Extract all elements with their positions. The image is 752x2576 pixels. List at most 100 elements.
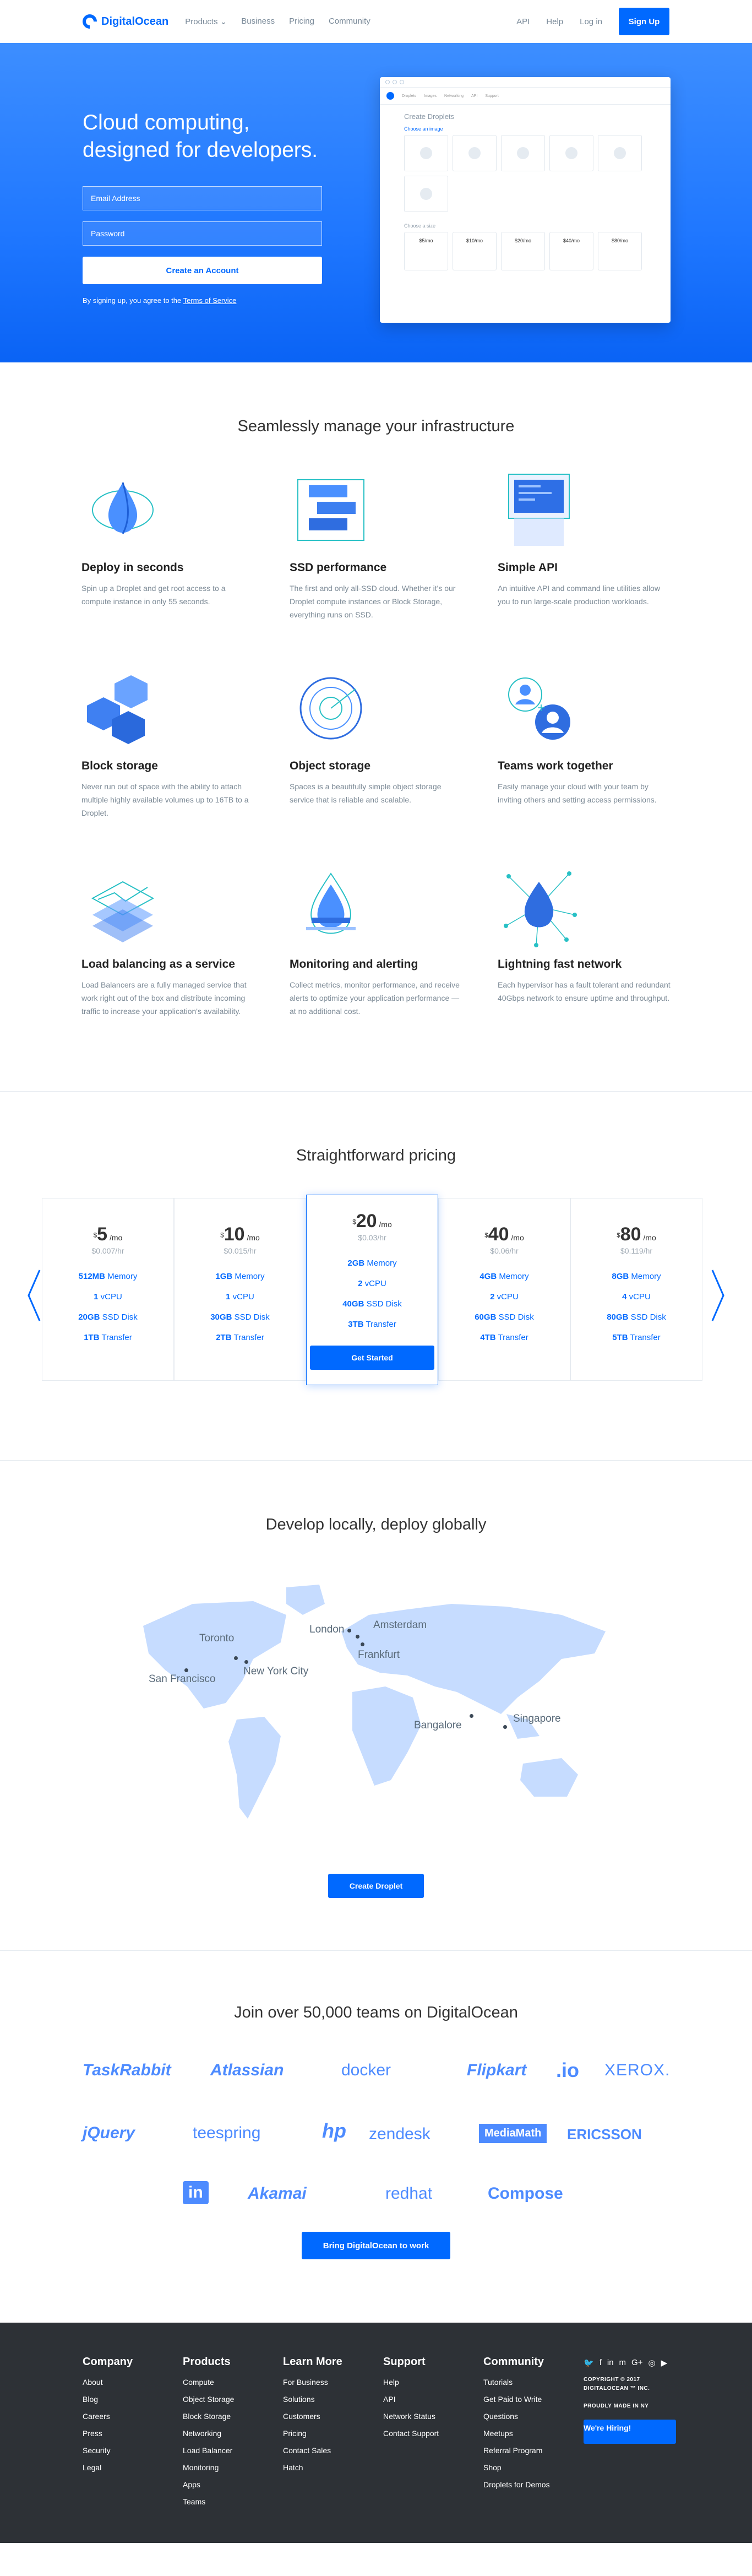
footer-link[interactable]: Security [83,2442,183,2459]
footer-link[interactable]: Block Storage [183,2408,283,2425]
made-in-ny: PROUDLY MADE IN NY [584,2403,649,2409]
preview-nav-item: API [471,94,478,98]
footer-link[interactable]: Shop [483,2459,584,2476]
plan-card[interactable]: $10 /mo $0.015/hr 1GB Memory 1 vCPU 30GB… [174,1198,306,1381]
footer-col-company: Company About Blog Careers Press Securit… [83,2356,183,2543]
footer-link[interactable]: Help [383,2374,483,2391]
email-input[interactable] [83,186,322,210]
footer-link[interactable]: Customers [283,2408,383,2425]
footer-link[interactable]: Contact Support [383,2425,483,2442]
city-singapore: Singapore [513,1713,561,1724]
footer-link[interactable]: Press [83,2425,183,2442]
footer-link[interactable]: Get Paid to Write [483,2391,584,2408]
datacenter-dot [361,1642,364,1646]
hiring-button[interactable]: We're Hiring! [584,2420,676,2444]
nav-community[interactable]: Community [329,17,370,26]
footer-link[interactable]: Droplets for Demos [483,2476,584,2493]
nav-help[interactable]: Help [546,17,563,26]
feature-text: The first and only all-SSD cloud. Whethe… [290,584,456,619]
nav-business[interactable]: Business [241,17,275,26]
terms-link[interactable]: Terms of Service [183,296,237,305]
nav-login[interactable]: Log in [580,17,602,26]
feature-title: SSD performance [290,561,387,574]
feature-block-storage: Block storage Never run out of space wit… [81,667,257,843]
window-dot-icon [385,80,390,84]
create-account-button[interactable]: Create an Account [83,257,322,284]
footer-link[interactable]: About [83,2374,183,2391]
zendesk-logo: zendesk [369,2125,431,2143]
plan-transfer-label: Transfer [498,1333,528,1342]
bring-to-work-button[interactable]: Bring DigitalOcean to work [302,2232,450,2259]
feature-title: Teams work together [498,760,613,772]
footer-link[interactable]: Careers [83,2408,183,2425]
create-droplet-button[interactable]: Create Droplet [328,1874,424,1898]
plan-cpu-label: vCPU [100,1292,122,1301]
plan-transfer: 1TB Transfer [42,1327,173,1348]
footer-link[interactable]: Meetups [483,2425,584,2442]
googleplus-icon[interactable]: G+ [631,2358,642,2368]
plan-cpu-label: vCPU [629,1292,651,1301]
password-input[interactable] [83,221,322,246]
plan-price-amount: 10 [224,1224,245,1245]
nav-pricing[interactable]: Pricing [289,17,314,26]
plan-hourly: $0.007/hr [91,1246,124,1255]
footer-link[interactable]: For Business [283,2374,383,2391]
footer-link[interactable]: Referral Program [483,2442,584,2459]
footer-link[interactable]: API [383,2391,483,2408]
twitter-icon[interactable]: 🐦 [584,2358,594,2368]
footer-link[interactable]: Apps [183,2476,283,2493]
youtube-icon[interactable]: ▶ [661,2358,668,2368]
linkedin-icon[interactable]: in [607,2358,614,2368]
nav-api[interactable]: API [516,17,530,26]
footer-link[interactable]: Questions [483,2408,584,2425]
chevron-left-icon[interactable] [26,1268,42,1323]
footer-link[interactable]: Blog [83,2391,183,2408]
terminal-icon [508,474,570,546]
brand-logo[interactable]: DigitalOcean [79,11,168,32]
plan-card[interactable]: $40 /mo $0.06/hr 4GB Memory 2 vCPU 60GB … [438,1198,570,1381]
plan-memory-label: Memory [235,1272,265,1281]
footer-link[interactable]: Load Balancer [183,2442,283,2459]
datacenter-dot [184,1668,188,1672]
footer-link[interactable]: Pricing [283,2425,383,2442]
preview-size-card: $20/mo [501,232,545,270]
footer-link[interactable]: Hatch [283,2459,383,2476]
plan-card[interactable]: $80 /mo $0.119/hr 8GB Memory 4 vCPU 80GB… [570,1198,702,1381]
footer-link[interactable]: Solutions [283,2391,383,2408]
team-icon: + [508,677,570,740]
footer-link[interactable]: Compute [183,2374,283,2391]
plan-cpu-value: 1 [94,1292,99,1301]
distro-icon [468,147,481,159]
footer-link[interactable]: Contact Sales [283,2442,383,2459]
footer-link[interactable]: Object Storage [183,2391,283,2408]
copyright-year: COPYRIGHT © 2017 [584,2377,640,2383]
window-dot-icon [400,80,404,84]
get-started-button[interactable]: Get Started [310,1346,434,1370]
footer-link[interactable]: Legal [83,2459,183,2476]
preview-image-card [501,135,545,171]
plan-card-featured[interactable]: $20 /mo $0.03/hr 2GB Memory 2 vCPU 40GB … [306,1195,438,1385]
footer-link[interactable]: Tutorials [483,2374,584,2391]
meetup-icon[interactable]: m [619,2358,626,2368]
instagram-icon[interactable]: ◎ [648,2358,655,2368]
feature-api: Simple API An intuitive API and command … [498,469,673,645]
customers-section: Join over 50,000 teams on DigitalOcean T… [0,1951,752,2323]
preview-nav-item: Networking [444,94,464,98]
plan-disk: 40GB SSD Disk [307,1294,438,1314]
plan-price-period: /mo [379,1220,392,1229]
datacenter-dot [244,1660,248,1664]
plan-card[interactable]: $5 /mo $0.007/hr 512MB Memory 1 vCPU 20G… [42,1198,174,1381]
footer-link[interactable]: Networking [183,2425,283,2442]
plan-transfer-label: Transfer [366,1320,396,1329]
ericsson-logo: ERICSSON [567,2126,642,2143]
signup-button[interactable]: Sign Up [619,8,669,35]
plan-price-period: /mo [247,1233,260,1242]
nav-products[interactable]: Products ⌄ [185,17,227,26]
facebook-icon[interactable]: f [600,2358,602,2368]
footer-link[interactable]: Monitoring [183,2459,283,2476]
footer-link[interactable]: Teams [183,2493,283,2510]
plan-transfer: 5TB Transfer [571,1327,702,1348]
footer-link[interactable]: Network Status [383,2408,483,2425]
pricing-section: Straightforward pricing $5 /mo $0.007/hr… [0,1092,752,1461]
plan-memory: 512MB Memory [42,1266,173,1287]
